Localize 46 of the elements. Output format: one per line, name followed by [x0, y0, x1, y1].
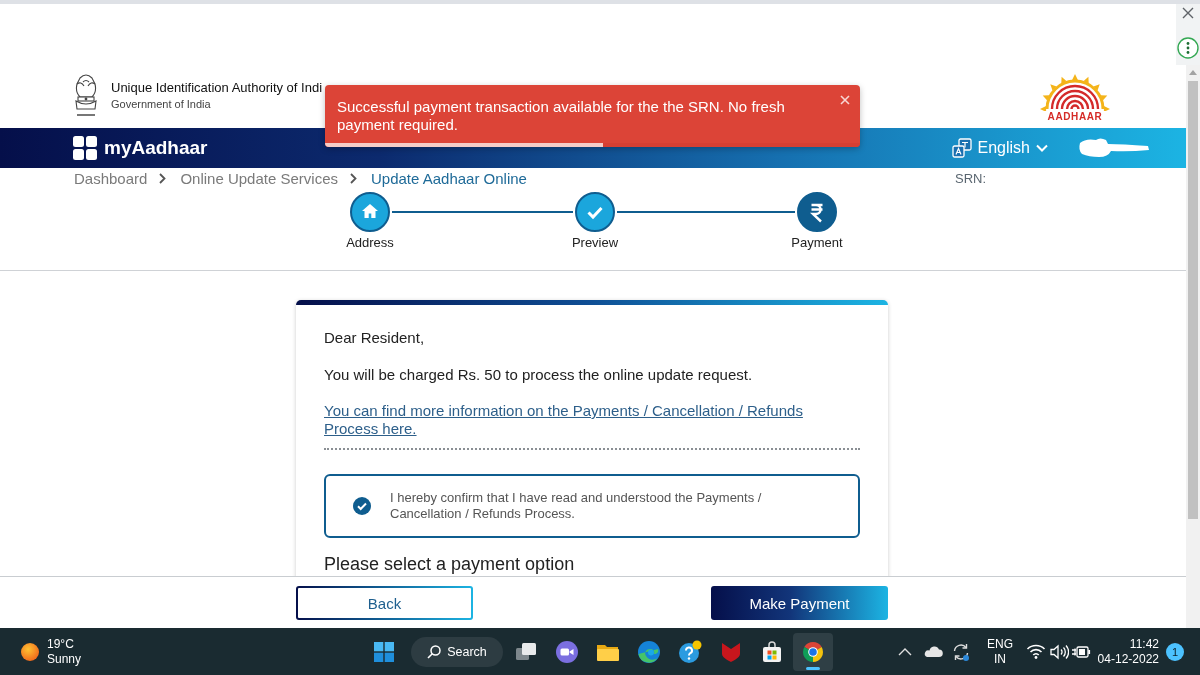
app-grid-icon[interactable]: [73, 136, 97, 160]
step-label: Preview: [571, 235, 619, 251]
organization-subtitle: Government of India: [111, 97, 212, 111]
refund-info-link[interactable]: You can find more information on the Payments / Cancellation / Refunds Process here.: [324, 402, 844, 438]
chevron-down-icon: [1036, 144, 1048, 152]
greeting-text: Dear Resident,: [324, 328, 426, 348]
chevron-right-icon: [350, 173, 357, 184]
close-icon[interactable]: [1182, 7, 1194, 19]
charge-notice: You will be charged Rs. 50 to process the online update request.: [324, 365, 754, 385]
section-heading: Please select a payment option: [324, 553, 576, 575]
scrollbar-thumb[interactable]: [1188, 81, 1198, 519]
make-payment-button[interactable]: Make Payment: [711, 586, 888, 620]
more-options-icon[interactable]: [1177, 37, 1199, 59]
step-label: Payment: [791, 235, 843, 251]
brand-name: myAadhaar: [104, 137, 208, 159]
weather-condition: Sunny: [47, 651, 83, 667]
breadcrumb-link[interactable]: Online Update Services: [180, 168, 338, 189]
input-region-label[interactable]: IN: [994, 651, 1006, 667]
swirl-icon: [637, 639, 661, 664]
taskbar-search-button[interactable]: Search: [411, 636, 503, 667]
logo-text: AADHAAR: [1047, 111, 1103, 123]
organization-name: Unique Identification Authority of Indi: [111, 80, 323, 96]
input-language-label[interactable]: ENG: [987, 636, 1013, 652]
srn-label: SRN:: [955, 170, 988, 188]
weather-temperature: 19°C: [47, 636, 75, 652]
breadcrumb-link[interactable]: Update Aadhaar Online: [371, 168, 527, 189]
toast-message: Successful payment transaction available for the the SRN. No fresh payment required.: [337, 98, 786, 134]
help-icon: [678, 639, 702, 664]
back-button[interactable]: Back: [296, 586, 473, 620]
clock-time[interactable]: 11:42: [1129, 636, 1159, 652]
four-squares-icon: [374, 641, 394, 662]
clock-date[interactable]: 04-12-2022: [1097, 651, 1159, 667]
sun-weather-icon[interactable]: [21, 642, 39, 661]
redaction-scribble: [1078, 137, 1150, 159]
chevron-right-icon: [159, 173, 167, 184]
step-label: Address: [346, 235, 394, 251]
video-chat-icon: [555, 639, 579, 664]
search-icon: [427, 644, 442, 659]
notification-badge[interactable]: 1: [1166, 642, 1184, 661]
sun-fingerprint-logo-icon: [1040, 73, 1110, 111]
tricolor-circle-icon: [801, 639, 825, 664]
confirm-checkbox[interactable]: I hereby confirm that I have read and understood the Payments / Cancellation / Refunds Process.: [324, 474, 860, 538]
taskbar-app-button[interactable]: [793, 632, 833, 671]
translate-icon: [951, 138, 972, 158]
shopping-bag-icon: [760, 639, 784, 664]
breadcrumb-link[interactable]: Dashboard: [74, 168, 148, 189]
